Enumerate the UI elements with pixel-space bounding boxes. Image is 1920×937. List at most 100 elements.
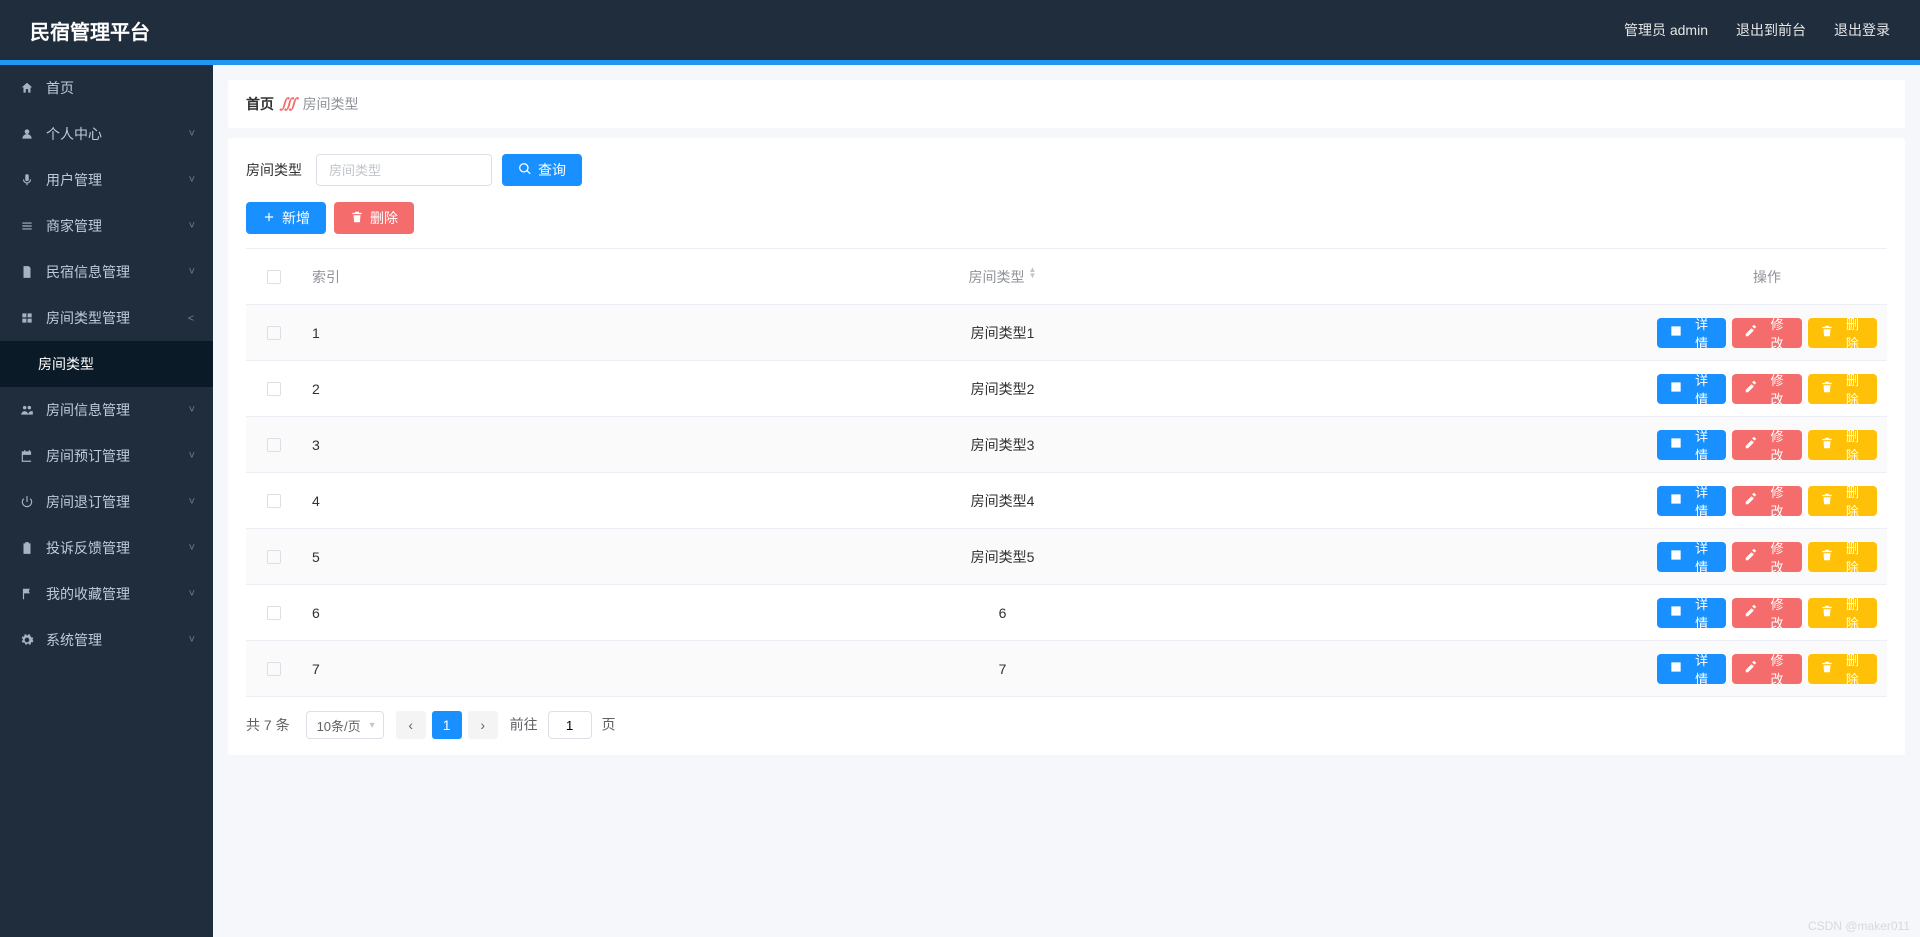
edit-button[interactable]: 修改 xyxy=(1732,486,1801,516)
edit-button[interactable]: 修改 xyxy=(1732,542,1801,572)
edit-button[interactable]: 修改 xyxy=(1732,430,1801,460)
flag-icon xyxy=(18,587,36,601)
cell-index: 2 xyxy=(302,373,358,405)
search-input[interactable] xyxy=(316,154,492,186)
pagination-total: 共 7 条 xyxy=(246,715,290,735)
sidebar-item-label: 投诉反馈管理 xyxy=(46,538,189,558)
sidebar-item-1[interactable]: 个人中心˅ xyxy=(0,111,213,157)
sidebar-item-label: 房间预订管理 xyxy=(46,446,189,466)
edit-icon xyxy=(1744,604,1758,621)
row-delete-button[interactable]: 删除 xyxy=(1808,542,1877,572)
prev-page-button[interactable]: ‹ xyxy=(396,711,426,739)
row-checkbox[interactable] xyxy=(267,662,281,676)
cell-index: 6 xyxy=(302,597,358,629)
detail-button[interactable]: 详情 xyxy=(1657,318,1726,348)
row-checkbox[interactable] xyxy=(267,494,281,508)
cell-index: 5 xyxy=(302,541,358,573)
sidebar-item-6[interactable]: 房间信息管理˅ xyxy=(0,387,213,433)
col-index[interactable]: 索引 xyxy=(302,259,358,295)
chevron-down-icon: ˅ xyxy=(189,496,195,508)
sidebar-item-3[interactable]: 商家管理˅ xyxy=(0,203,213,249)
detail-icon xyxy=(1669,604,1683,621)
edit-button[interactable]: 修改 xyxy=(1732,318,1801,348)
logout-link[interactable]: 退出登录 xyxy=(1834,20,1890,40)
edit-icon xyxy=(1744,548,1758,565)
sidebar-item-7[interactable]: 房间预订管理˅ xyxy=(0,433,213,479)
detail-icon xyxy=(1669,324,1683,341)
next-page-button[interactable]: › xyxy=(468,711,498,739)
row-delete-button[interactable]: 删除 xyxy=(1808,598,1877,628)
table-row: 3房间类型3 详情修改删除 xyxy=(246,417,1887,473)
nav-right: 管理员 admin 退出到前台 退出登录 xyxy=(1624,20,1890,40)
row-checkbox[interactable] xyxy=(267,438,281,452)
sidebar-item-label: 我的收藏管理 xyxy=(46,584,189,604)
row-checkbox[interactable] xyxy=(267,606,281,620)
trash-icon xyxy=(1820,660,1834,677)
detail-button[interactable]: 详情 xyxy=(1657,374,1726,404)
row-delete-button[interactable]: 删除 xyxy=(1808,318,1877,348)
goto-input[interactable] xyxy=(548,711,592,739)
current-user-label[interactable]: 管理员 admin xyxy=(1624,20,1708,40)
plus-icon xyxy=(262,210,276,227)
row-delete-button[interactable]: 删除 xyxy=(1808,486,1877,516)
edit-button[interactable]: 修改 xyxy=(1732,654,1801,684)
detail-button[interactable]: 详情 xyxy=(1657,654,1726,684)
edit-icon xyxy=(1744,380,1758,397)
trash-icon xyxy=(1820,548,1834,565)
table-header: 索引 房间类型 ▲▼ 操作 xyxy=(246,249,1887,305)
search-button[interactable]: 查询 xyxy=(502,154,582,186)
row-delete-button[interactable]: 删除 xyxy=(1808,374,1877,404)
row-delete-button[interactable]: 删除 xyxy=(1808,430,1877,460)
row-checkbox[interactable] xyxy=(267,550,281,564)
sidebar-item-0[interactable]: 首页 xyxy=(0,65,213,111)
gear-icon xyxy=(18,633,36,647)
select-all-checkbox[interactable] xyxy=(267,270,281,284)
cell-type: 房间类型3 xyxy=(358,427,1647,463)
doc-icon xyxy=(18,265,36,279)
chevron-down-icon: ˅ xyxy=(189,450,195,462)
delete-button[interactable]: 删除 xyxy=(334,202,414,234)
sort-icon[interactable]: ▲▼ xyxy=(1029,267,1037,287)
trash-icon xyxy=(1820,324,1834,341)
row-checkbox[interactable] xyxy=(267,326,281,340)
add-button[interactable]: 新增 xyxy=(246,202,326,234)
sidebar-subitem[interactable]: 房间类型 xyxy=(0,341,213,387)
detail-button[interactable]: 详情 xyxy=(1657,486,1726,516)
grid-icon xyxy=(18,311,36,325)
search-row: 房间类型 查询 xyxy=(246,154,1887,186)
detail-button[interactable]: 详情 xyxy=(1657,598,1726,628)
sidebar-item-8[interactable]: 房间退订管理˅ xyxy=(0,479,213,525)
page-number-button[interactable]: 1 xyxy=(432,711,462,739)
sidebar-item-label: 个人中心 xyxy=(46,124,189,144)
page-size-select[interactable]: 10条/页 xyxy=(306,711,384,739)
breadcrumb-home[interactable]: 首页 xyxy=(246,94,274,114)
col-type[interactable]: 房间类型 ▲▼ xyxy=(358,259,1647,295)
sidebar-item-11[interactable]: 系统管理˅ xyxy=(0,617,213,663)
home-icon xyxy=(18,81,36,95)
sidebar-item-label: 商家管理 xyxy=(46,216,189,236)
main-area: 首页 ∭ 房间类型 房间类型 查询 新增 xyxy=(213,65,1920,937)
sidebar-item-10[interactable]: 我的收藏管理˅ xyxy=(0,571,213,617)
trash-icon xyxy=(1820,436,1834,453)
row-checkbox[interactable] xyxy=(267,382,281,396)
col-ops: 操作 xyxy=(1647,259,1887,295)
sidebar-item-label: 民宿信息管理 xyxy=(46,262,189,282)
detail-icon xyxy=(1669,548,1683,565)
edit-button[interactable]: 修改 xyxy=(1732,598,1801,628)
data-table: 索引 房间类型 ▲▼ 操作 1房间类型1详情修改删除2房间类型2详情修改删除3房… xyxy=(246,248,1887,697)
row-delete-button[interactable]: 删除 xyxy=(1808,654,1877,684)
goto-suffix: 页 xyxy=(601,717,615,733)
to-front-link[interactable]: 退出到前台 xyxy=(1736,20,1806,40)
edit-button[interactable]: 修改 xyxy=(1732,374,1801,404)
table-row: 77详情修改删除 xyxy=(246,641,1887,697)
sidebar-item-9[interactable]: 投诉反馈管理˅ xyxy=(0,525,213,571)
sidebar-item-label: 房间类型管理 xyxy=(46,308,189,328)
sidebar-item-2[interactable]: 用户管理˅ xyxy=(0,157,213,203)
sidebar-item-5[interactable]: 房间类型管理˄ xyxy=(0,295,213,341)
cell-index: 3 xyxy=(302,429,358,461)
cell-index: 1 xyxy=(302,317,358,349)
detail-button[interactable]: 详情 xyxy=(1657,430,1726,460)
brand-title: 民宿管理平台 xyxy=(30,16,150,45)
sidebar-item-4[interactable]: 民宿信息管理˅ xyxy=(0,249,213,295)
detail-button[interactable]: 详情 xyxy=(1657,542,1726,572)
